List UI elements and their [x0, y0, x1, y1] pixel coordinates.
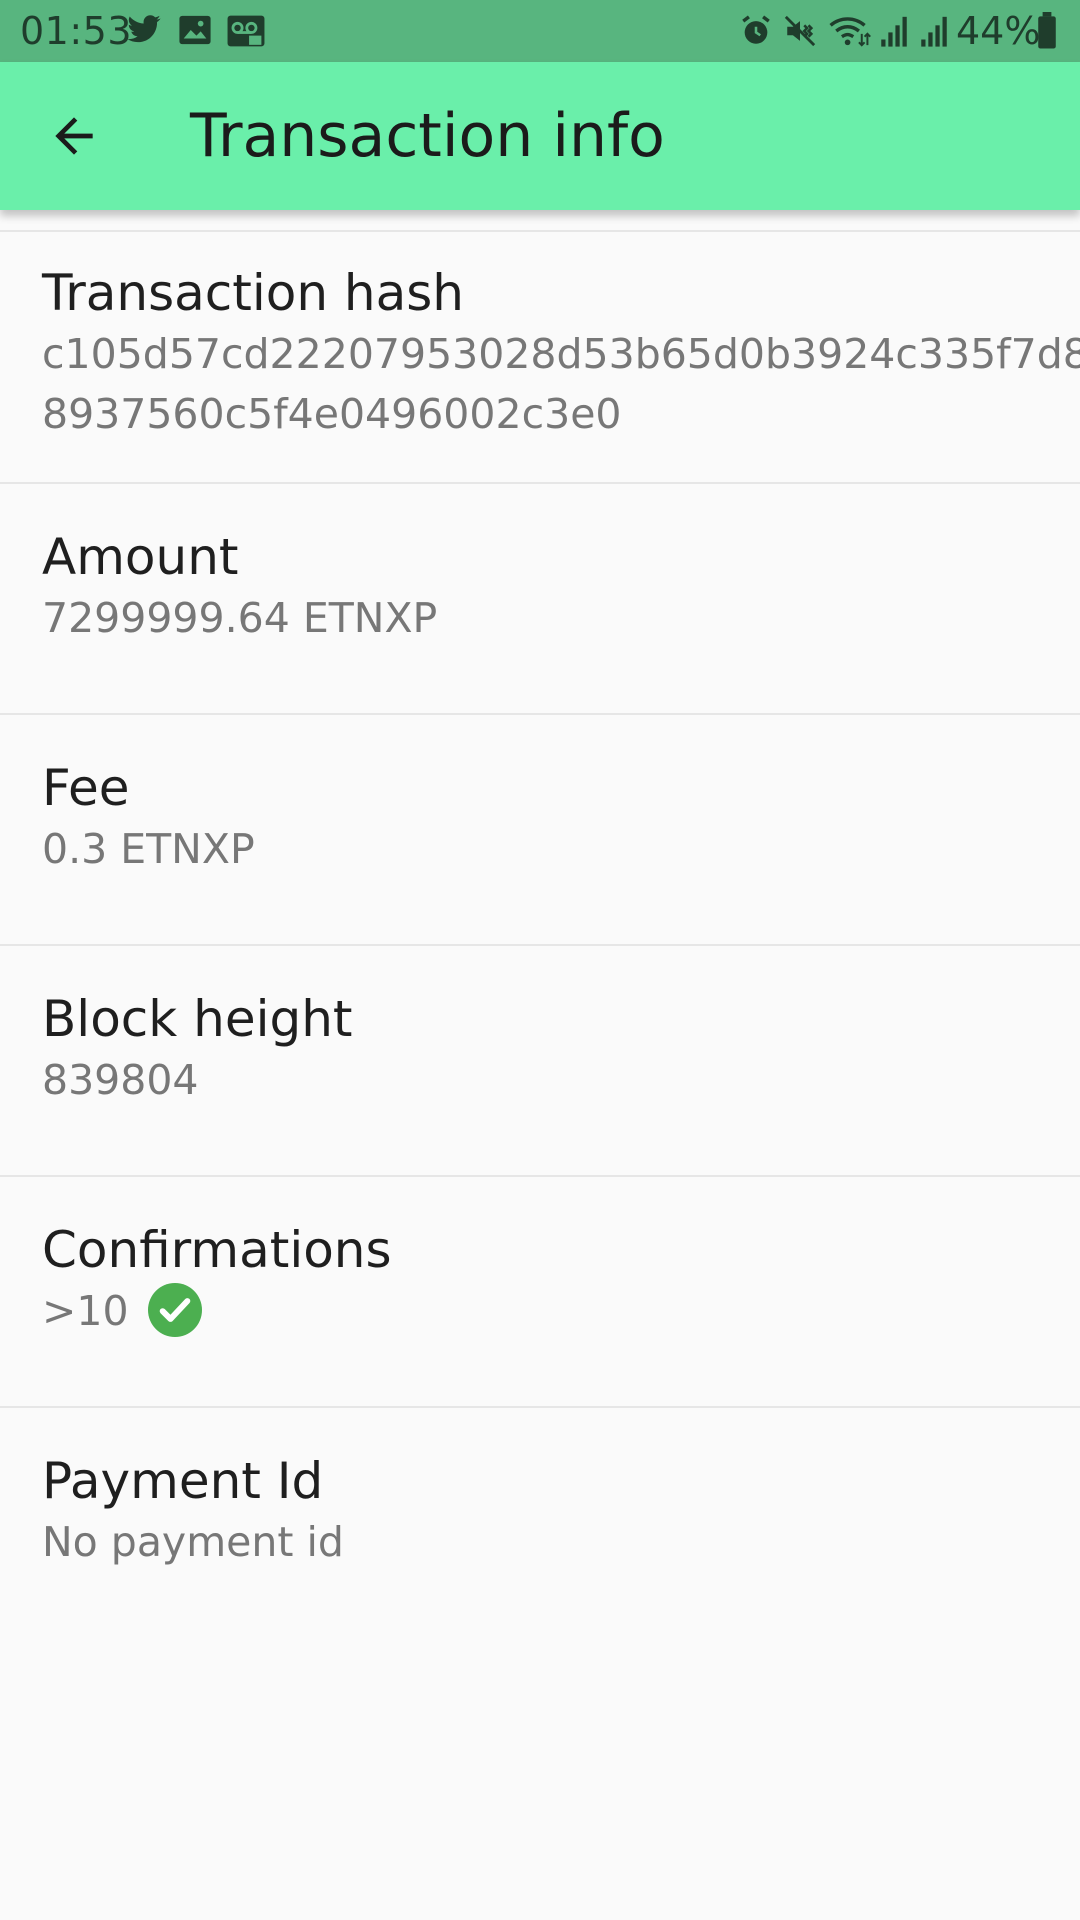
confirmations-label: Confirmations: [42, 1221, 392, 1279]
payment-id-item[interactable]: Payment Id No payment id: [0, 1408, 1080, 1639]
battery-icon: [1038, 12, 1056, 49]
app-bar: Transaction info: [0, 62, 1080, 210]
confirmations-row: >10: [42, 1281, 202, 1341]
payment-id-value: No payment id: [42, 1518, 344, 1566]
amount-item[interactable]: Amount 7299999.64 ETNXP: [0, 484, 1080, 715]
transaction-hash-line-2: 8937560c5f4e0496002c3e0: [42, 390, 622, 438]
confirmations-item[interactable]: Confirmations >10: [0, 1177, 1080, 1408]
block-height-value: 839804: [42, 1056, 199, 1104]
check-circle-icon: [147, 1283, 202, 1337]
page-title: Transaction info: [190, 101, 665, 171]
transaction-hash-line-1: c105d57cd22207953028d53b65d0b3924c335f7d…: [42, 330, 1080, 378]
block-height-item[interactable]: Block height 839804: [0, 946, 1080, 1177]
fee-item[interactable]: Fee 0.3 ETNXP: [0, 715, 1080, 946]
battery-percent: 44%: [956, 9, 1041, 53]
fee-label: Fee: [42, 759, 130, 817]
mute-icon: [784, 15, 816, 47]
fee-value: 0.3 ETNXP: [42, 825, 255, 873]
alarm-icon: [742, 15, 770, 44]
transaction-hash-item[interactable]: Transaction hash c105d57cd22207953028d53…: [0, 230, 1080, 484]
status-bar: 01:53 44%: [0, 0, 1080, 62]
payment-id-label: Payment Id: [42, 1452, 324, 1510]
arrow-back-icon[interactable]: [46, 108, 102, 164]
transaction-details: Transaction hash c105d57cd22207953028d53…: [0, 230, 1080, 1639]
wifi-icon: [829, 17, 871, 47]
amount-value: 7299999.64 ETNXP: [42, 594, 438, 642]
signal-icon-2: [921, 16, 947, 47]
transaction-hash-label: Transaction hash: [42, 264, 464, 322]
amount-label: Amount: [42, 528, 239, 586]
confirmations-value: >10: [42, 1287, 129, 1335]
image-icon: [179, 15, 211, 45]
voicemail-icon: [227, 15, 265, 47]
signal-icon: [881, 16, 907, 47]
block-height-label: Block height: [42, 990, 353, 1048]
twitter-icon: [127, 15, 161, 43]
status-time: 01:53: [20, 9, 133, 53]
